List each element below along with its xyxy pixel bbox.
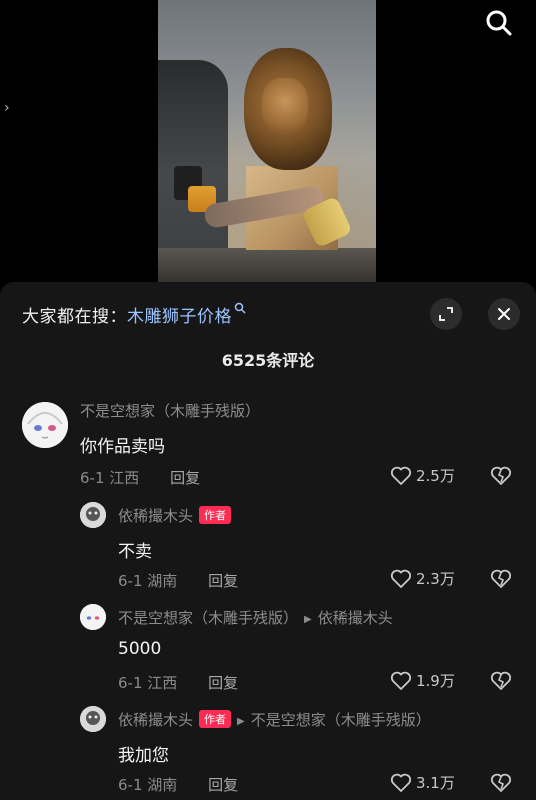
avatar-anime-icon [80, 604, 106, 630]
dislike-icon[interactable] [490, 773, 512, 793]
video-frame[interactable] [158, 0, 376, 290]
dislike-icon[interactable] [490, 569, 512, 589]
reply-to-username[interactable]: 依稀撮木头 [318, 609, 393, 627]
search-suggestion-keyword[interactable]: 木雕狮子价格 [127, 307, 232, 327]
reply-to-username[interactable]: 不是空想家（木雕手残版） [251, 711, 431, 729]
reply-username: 不是空想家（木雕手残版） ▶ 依稀撮木头 [118, 607, 393, 628]
like-button[interactable]: 2.5万 [390, 465, 455, 486]
avatar[interactable] [80, 604, 106, 630]
reply-meta: 6-1 湖南 回复 [118, 774, 238, 795]
username-text[interactable]: 依稀撮木头 [118, 711, 193, 729]
reply-text: 不卖 [118, 542, 152, 562]
comment-count: 6525条评论 [221, 351, 315, 370]
side-arrow-icon[interactable]: › [4, 100, 10, 116]
dislike-icon[interactable] [490, 466, 512, 486]
search-small-icon [234, 302, 246, 314]
comment-panel: 大家都在搜：木雕狮子价格 6525条评论 不是空想家（木雕手残版） 你作品卖吗 [0, 282, 536, 800]
search-suggestion[interactable]: 大家都在搜：木雕狮子价格 [22, 302, 246, 327]
author-badge: 作者 [199, 506, 232, 524]
expand-icon [439, 307, 453, 321]
search-icon[interactable] [484, 8, 514, 38]
like-count: 2.3万 [416, 570, 455, 588]
reply-date: 6-1 [118, 674, 143, 692]
like-count: 1.9万 [416, 672, 455, 690]
like-count: 2.5万 [416, 467, 455, 485]
heart-icon [390, 671, 412, 690]
reply-location: 江西 [147, 674, 178, 692]
reply-location: 湖南 [147, 776, 178, 794]
reply-username: 依稀撮木头 作者 [118, 505, 232, 526]
reply-text: 我加您 [118, 746, 169, 766]
reply-to-arrow-icon: ▶ [304, 614, 312, 625]
like-button[interactable]: 3.1万 [390, 772, 455, 793]
reply-text: 5000 [118, 639, 162, 659]
comment-date: 6-1 [80, 469, 105, 487]
reply-location: 湖南 [147, 572, 178, 590]
like-button[interactable]: 2.3万 [390, 568, 455, 589]
heart-icon [390, 466, 412, 485]
close-icon [498, 308, 510, 320]
avatar-anime-icon [22, 402, 68, 448]
author-badge: 作者 [199, 710, 232, 728]
reply-button[interactable]: 回复 [170, 469, 200, 487]
username-text[interactable]: 依稀撮木头 [118, 507, 193, 525]
reply-button[interactable]: 回复 [208, 572, 238, 590]
avatar[interactable] [22, 402, 68, 448]
reply-to-arrow-icon: ▶ [237, 716, 245, 727]
avatar-sketch-icon [80, 706, 106, 732]
reply-username: 依稀撮木头 作者 ▶ 不是空想家（木雕手残版） [118, 709, 431, 730]
comment-text: 你作品卖吗 [80, 437, 165, 457]
reply-date: 6-1 [118, 572, 143, 590]
reply-button[interactable]: 回复 [208, 776, 238, 794]
video-player[interactable]: › [0, 0, 536, 290]
reply-meta: 6-1 江西 回复 [118, 672, 238, 693]
search-suggestion-prefix: 大家都在搜： [22, 307, 127, 327]
heart-icon [390, 569, 412, 588]
comment-username[interactable]: 不是空想家（木雕手残版） [80, 400, 260, 421]
reply-meta: 6-1 湖南 回复 [118, 570, 238, 591]
avatar-sketch-icon [80, 502, 106, 528]
like-count: 3.1万 [416, 774, 455, 792]
heart-icon [390, 773, 412, 792]
close-button[interactable] [488, 298, 520, 330]
dislike-icon[interactable] [490, 671, 512, 691]
comment-location: 江西 [109, 469, 140, 487]
lion-face [262, 78, 308, 136]
reply-button[interactable]: 回复 [208, 674, 238, 692]
avatar[interactable] [80, 502, 106, 528]
comment-meta: 6-1 江西 回复 [80, 467, 200, 488]
avatar[interactable] [80, 706, 106, 732]
username-text[interactable]: 不是空想家（木雕手残版） [118, 609, 298, 627]
reply-date: 6-1 [118, 776, 143, 794]
like-button[interactable]: 1.9万 [390, 670, 455, 691]
expand-button[interactable] [430, 298, 462, 330]
